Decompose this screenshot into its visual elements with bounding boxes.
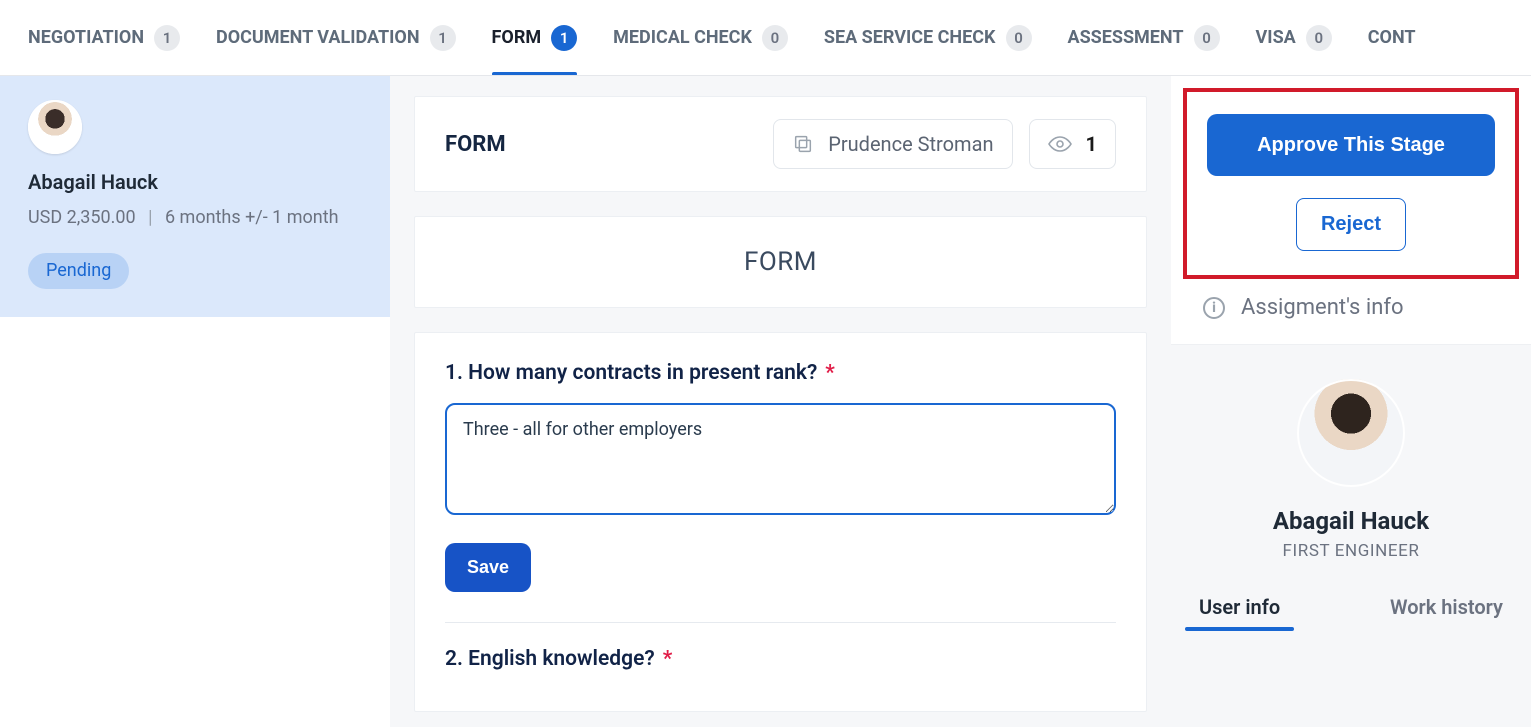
tab-badge: 1: [154, 25, 180, 51]
views-count: 1: [1086, 132, 1097, 156]
candidate-card[interactable]: Abagail Hauck USD 2,350.00 | 6 months +/…: [0, 76, 390, 317]
tab-badge: 0: [1194, 25, 1220, 51]
question-1-input[interactable]: Three - all for other employers: [445, 403, 1116, 515]
stage-tabs: NEGOTIATION 1 DOCUMENT VALIDATION 1 FORM…: [0, 0, 1531, 76]
question-2-label: 2. English knowledge?: [445, 647, 655, 671]
tab-label: MEDICAL CHECK: [613, 27, 752, 48]
tab-negotiation[interactable]: NEGOTIATION 1: [28, 0, 180, 75]
question-1-label: 1. How many contracts in present rank?: [445, 361, 817, 385]
tab-label: CONT: [1368, 27, 1416, 48]
assignment-label: Assigment's info: [1241, 295, 1404, 320]
tab-badge: 1: [430, 25, 456, 51]
tab-label: DOCUMENT VALIDATION: [216, 27, 420, 48]
tab-work-history[interactable]: Work history: [1390, 595, 1503, 629]
info-icon: i: [1203, 297, 1225, 319]
assigned-to: Prudence Stroman: [828, 132, 993, 156]
tab-label: FORM: [492, 27, 542, 48]
views-chip[interactable]: 1: [1029, 119, 1116, 169]
assignment-info[interactable]: i Assigment's info: [1171, 285, 1531, 345]
avatar: [28, 100, 82, 154]
required-asterisk: *: [825, 361, 835, 385]
tab-medical-check[interactable]: MEDICAL CHECK 0: [613, 0, 788, 75]
tab-badge: 1: [551, 25, 577, 51]
question-2: 2. English knowledge? *: [445, 647, 1116, 671]
meta-separator: |: [148, 204, 152, 233]
avatar: [1297, 379, 1405, 487]
duration: 6 months +/- 1 month: [165, 207, 339, 228]
copy-icon: [792, 133, 814, 155]
tab-assessment[interactable]: ASSESSMENT 0: [1068, 0, 1220, 75]
tab-badge: 0: [1006, 25, 1032, 51]
tab-form[interactable]: FORM 1: [492, 0, 578, 75]
form-card: 1. How many contracts in present rank? *…: [414, 332, 1147, 712]
status-badge: Pending: [28, 253, 129, 289]
profile-tabs: User info Work history: [1171, 561, 1531, 629]
main-column: FORM Prudence Stroman 1: [390, 76, 1171, 727]
reject-button[interactable]: Reject: [1296, 198, 1406, 251]
save-button[interactable]: Save: [445, 543, 531, 592]
stage-actions: Approve This Stage Reject: [1183, 88, 1519, 279]
tab-badge: 0: [762, 25, 788, 51]
salary: USD 2,350.00: [28, 207, 136, 228]
required-asterisk: *: [663, 647, 673, 671]
tab-user-info[interactable]: User info: [1199, 595, 1280, 629]
tab-label: SEA SERVICE CHECK: [824, 27, 996, 48]
tab-label: VISA: [1256, 27, 1296, 48]
eye-icon: [1048, 132, 1072, 156]
candidate-name: Abagail Hauck: [28, 170, 362, 194]
tab-sea-service-check[interactable]: SEA SERVICE CHECK 0: [824, 0, 1032, 75]
profile-role: FIRST ENGINEER: [1171, 541, 1531, 561]
tab-label: ASSESSMENT: [1068, 27, 1184, 48]
profile-name: Abagail Hauck: [1171, 507, 1531, 535]
question-1: 1. How many contracts in present rank? *: [445, 361, 1116, 385]
approve-button[interactable]: Approve This Stage: [1207, 114, 1495, 176]
section-title: FORM: [414, 216, 1147, 308]
tab-visa[interactable]: VISA 0: [1256, 0, 1332, 75]
tab-label: NEGOTIATION: [28, 27, 144, 48]
tab-document-validation[interactable]: DOCUMENT VALIDATION 1: [216, 0, 456, 75]
tab-badge: 0: [1306, 25, 1332, 51]
candidate-meta: USD 2,350.00 | 6 months +/- 1 month: [28, 204, 362, 233]
divider: [445, 622, 1116, 623]
profile-card: Abagail Hauck FIRST ENGINEER User info W…: [1171, 345, 1531, 727]
header-title: FORM: [445, 132, 506, 157]
sidebar: Abagail Hauck USD 2,350.00 | 6 months +/…: [0, 76, 390, 727]
form-header: FORM Prudence Stroman 1: [414, 96, 1147, 192]
tab-cont[interactable]: CONT: [1368, 0, 1416, 75]
right-column: Approve This Stage Reject i Assigment's …: [1171, 76, 1531, 727]
assigned-to-chip[interactable]: Prudence Stroman: [773, 119, 1012, 169]
